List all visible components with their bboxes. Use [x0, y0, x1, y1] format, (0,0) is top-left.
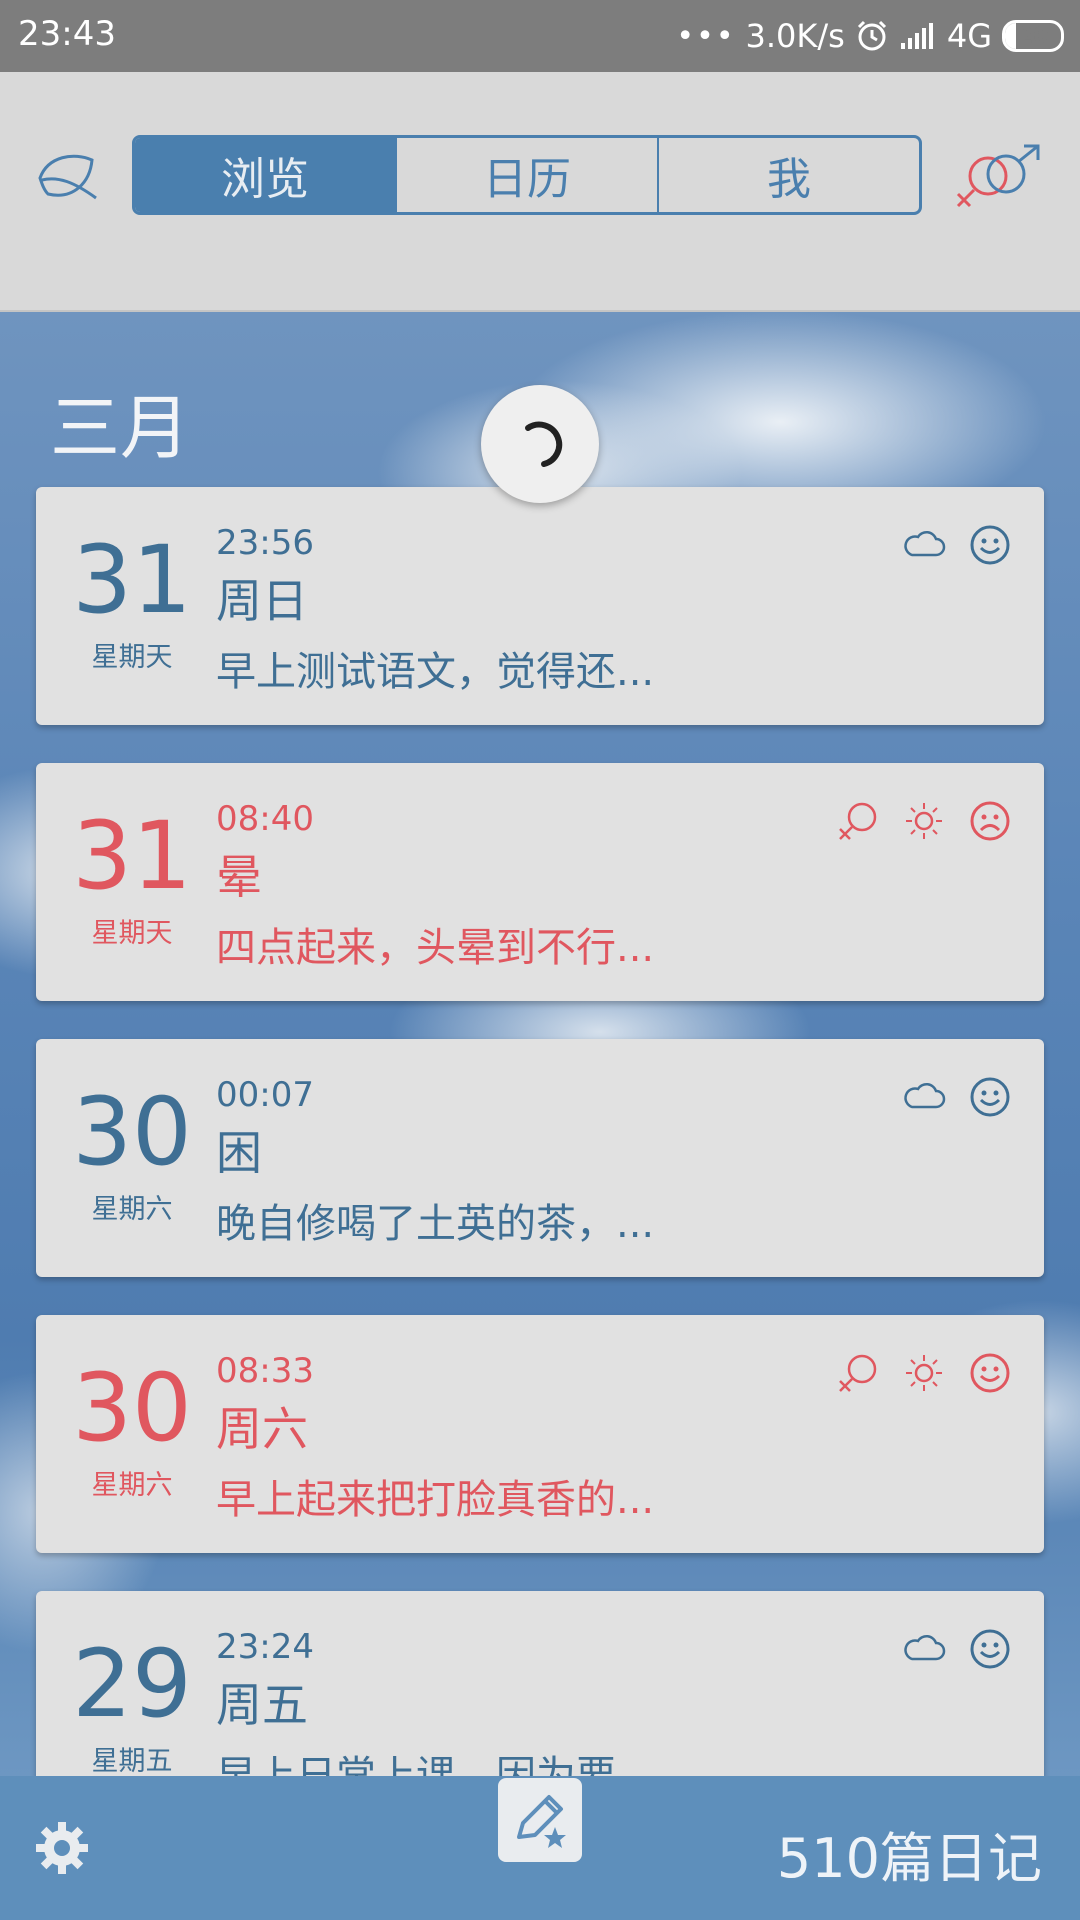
entry-title: 晕 — [216, 850, 262, 904]
battery-level: 20 — [1017, 23, 1049, 49]
battery-level-fill — [1005, 23, 1017, 49]
entry-icons — [902, 1075, 1012, 1119]
entry-day: 31 — [72, 802, 192, 911]
entry-excerpt: 早上测试语文，觉得还... — [216, 649, 655, 695]
tab-calendar[interactable]: 日历 — [395, 138, 657, 212]
cloud-icon — [902, 523, 946, 567]
tab-browse[interactable]: 浏览 — [135, 138, 395, 212]
entry-excerpt: 早上起来把打脸真香的... — [216, 1477, 655, 1523]
entry-icons — [836, 1351, 1012, 1395]
compose-button[interactable] — [498, 1778, 582, 1862]
entry-weekday: 星期天 — [91, 642, 173, 673]
status-bar: 23:43 ••• 3.0K/s 4G 20 — [0, 0, 1080, 72]
entry-time: 23:56 — [216, 523, 314, 563]
entry-icons — [902, 523, 1012, 567]
entry-weekday: 星期六 — [91, 1470, 173, 1501]
sad-face-icon — [968, 799, 1012, 843]
entry-icons — [902, 1627, 1012, 1671]
entry-excerpt: 四点起来，头晕到不行... — [216, 925, 655, 971]
tab-me[interactable]: 我 — [657, 138, 919, 212]
diary-count: 510篇日记 — [776, 1827, 1042, 1890]
gender-filter-icon[interactable] — [952, 144, 1048, 216]
month-heading: 三月 — [50, 387, 190, 469]
status-indicators: ••• 3.0K/s 4G 20 — [676, 14, 1064, 58]
female-icon — [836, 1351, 880, 1395]
entry-title: 周五 — [216, 1678, 308, 1732]
entry-weekday: 星期五 — [91, 1746, 173, 1777]
signal-icon — [900, 23, 933, 49]
cloud-icon — [902, 1627, 946, 1671]
smile-face-icon — [968, 1351, 1012, 1395]
female-icon — [836, 799, 880, 843]
settings-gear-icon[interactable] — [32, 1818, 92, 1878]
entry-day: 31 — [72, 526, 192, 635]
smile-face-icon — [968, 1627, 1012, 1671]
net-speed: 3.0K/s — [745, 17, 845, 55]
leaf-icon[interactable] — [34, 146, 98, 210]
entry-weekday: 星期天 — [91, 918, 173, 949]
entry-time: 23:24 — [216, 1627, 314, 1667]
app-header: 浏览 日历 我 — [0, 72, 1080, 312]
entry-icons — [836, 799, 1012, 843]
entry-weekday: 星期六 — [91, 1194, 173, 1225]
battery-tip — [1063, 30, 1064, 40]
more-dots-icon: ••• — [676, 18, 736, 54]
battery-icon: 20 — [1002, 20, 1064, 52]
entry-day: 30 — [72, 1354, 192, 1463]
loading-spinner — [481, 385, 599, 503]
sun-icon — [902, 1351, 946, 1395]
diary-entry-card[interactable]: 30 星期六 00:07 困晚自修喝了土英的茶，... — [36, 1039, 1044, 1277]
status-time: 23:43 — [18, 14, 116, 54]
entry-excerpt: 晚自修喝了土英的茶，... — [216, 1201, 655, 1247]
spinner-icon — [525, 421, 563, 467]
smile-face-icon — [968, 1075, 1012, 1119]
entry-time: 08:33 — [216, 1351, 314, 1391]
sun-icon — [902, 799, 946, 843]
alarm-icon — [857, 20, 886, 51]
entry-title: 周六 — [216, 1402, 308, 1456]
entry-title: 周日 — [216, 574, 308, 628]
smile-face-icon — [968, 523, 1012, 567]
entry-title: 困 — [216, 1126, 262, 1180]
pencil-star-icon — [517, 1795, 566, 1848]
entry-day: 29 — [72, 1630, 192, 1739]
diary-entry-card[interactable]: 31 星期天 08:40 晕四点起来，头晕到不行... — [36, 763, 1044, 1001]
entry-day: 30 — [72, 1078, 192, 1187]
diary-entry-card[interactable]: 31 星期天 23:56 周日早上测试语文，觉得还... — [36, 487, 1044, 725]
entry-time: 08:40 — [216, 799, 314, 839]
entry-time: 00:07 — [216, 1075, 314, 1115]
network-type: 4G — [946, 17, 992, 55]
view-tabs: 浏览 日历 我 — [132, 135, 922, 215]
diary-entry-card[interactable]: 30 星期六 08:33 周六早上起来把打脸真香的... — [36, 1315, 1044, 1553]
cloud-icon — [902, 1075, 946, 1119]
